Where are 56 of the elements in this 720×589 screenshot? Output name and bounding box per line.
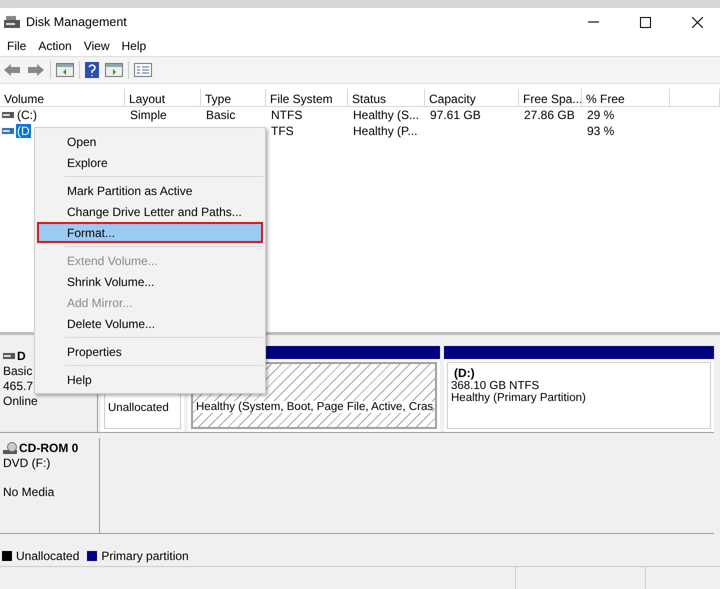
drive-letter[interactable]: (D bbox=[16, 124, 31, 138]
show-hide-tree-button[interactable] bbox=[55, 60, 75, 80]
table-cell-text: Healthy (S... bbox=[352, 108, 420, 122]
partition-title: (D:) bbox=[453, 366, 476, 380]
menu-item[interactable]: Help bbox=[116, 39, 152, 53]
disk-management-icon bbox=[4, 15, 20, 29]
column-header[interactable]: Type bbox=[201, 89, 266, 107]
column-header[interactable]: Volume bbox=[0, 89, 125, 107]
table-cell-text: 29 % bbox=[586, 108, 616, 122]
disk-info: DVD (F:) bbox=[3, 456, 50, 470]
partition-info: 368.10 GB NTFS bbox=[451, 380, 540, 392]
partition-block[interactable]: (D:) 368.10 GB NTFS Healthy (Primary Partition) bbox=[444, 346, 714, 432]
table-cell-text: NTFS bbox=[270, 108, 304, 122]
cd-drive-icon bbox=[3, 442, 17, 454]
window-title: Disk Management bbox=[26, 15, 128, 29]
column-header[interactable]: Capacity bbox=[425, 89, 519, 107]
table-cell-text: 93 % bbox=[586, 124, 616, 138]
context-menu-item[interactable]: Explore bbox=[37, 152, 263, 173]
maximize-icon bbox=[640, 16, 650, 28]
context-menu-item[interactable]: Change Drive Letter and Paths... bbox=[37, 201, 263, 222]
table-cell-text: 97.61 GB bbox=[429, 108, 482, 122]
disk-info: Basic bbox=[3, 364, 32, 378]
context-menu-item[interactable]: Open bbox=[37, 131, 263, 152]
partition-info: Healthy (Primary Partition) bbox=[451, 392, 587, 404]
disk-name: D bbox=[3, 349, 26, 363]
table-cell-text: Healthy (P... bbox=[352, 124, 418, 138]
action-pane-button[interactable] bbox=[104, 60, 124, 80]
help-button[interactable] bbox=[84, 60, 100, 80]
table-cell-text: Basic bbox=[205, 108, 236, 122]
legend-label: Unallocated bbox=[16, 549, 80, 563]
disk-info: Online bbox=[3, 394, 38, 408]
legend-label: Primary partition bbox=[101, 549, 189, 563]
table-cell-text: 27.86 GB bbox=[523, 108, 576, 122]
close-icon bbox=[692, 16, 702, 28]
column-header[interactable]: Layout bbox=[125, 89, 201, 107]
minimize-icon bbox=[588, 21, 598, 23]
menu-item[interactable]: File bbox=[1, 39, 32, 53]
empty-column-header bbox=[670, 89, 720, 107]
table-cell-text: Simple bbox=[129, 108, 168, 122]
menu-item[interactable]: Action bbox=[32, 39, 78, 53]
column-header[interactable]: % Free bbox=[582, 89, 670, 107]
column-header[interactable]: Status bbox=[348, 89, 425, 107]
table-cell-text: TFS bbox=[270, 124, 295, 138]
properties-button[interactable] bbox=[133, 60, 153, 80]
partition-info: Healthy (System, Boot, Page File, Active, Cras bbox=[196, 401, 432, 413]
disk-info: No Media bbox=[3, 485, 54, 499]
menu-item[interactable]: View bbox=[78, 39, 116, 53]
context-menu-item[interactable]: Shrink Volume... bbox=[37, 271, 263, 292]
context-menu-item[interactable]: Mark Partition as Active bbox=[37, 180, 263, 201]
drive-letter[interactable]: (C:) bbox=[16, 108, 38, 122]
context-menu-item[interactable]: Format... bbox=[37, 222, 263, 243]
disk-name: CD-ROM 0 bbox=[3, 441, 78, 455]
column-header[interactable]: Free Spa... bbox=[519, 89, 582, 107]
context-menu-item[interactable]: Delete Volume... bbox=[37, 313, 263, 334]
column-header[interactable]: File System bbox=[266, 89, 348, 107]
disk-info: 465.7 bbox=[3, 379, 34, 393]
